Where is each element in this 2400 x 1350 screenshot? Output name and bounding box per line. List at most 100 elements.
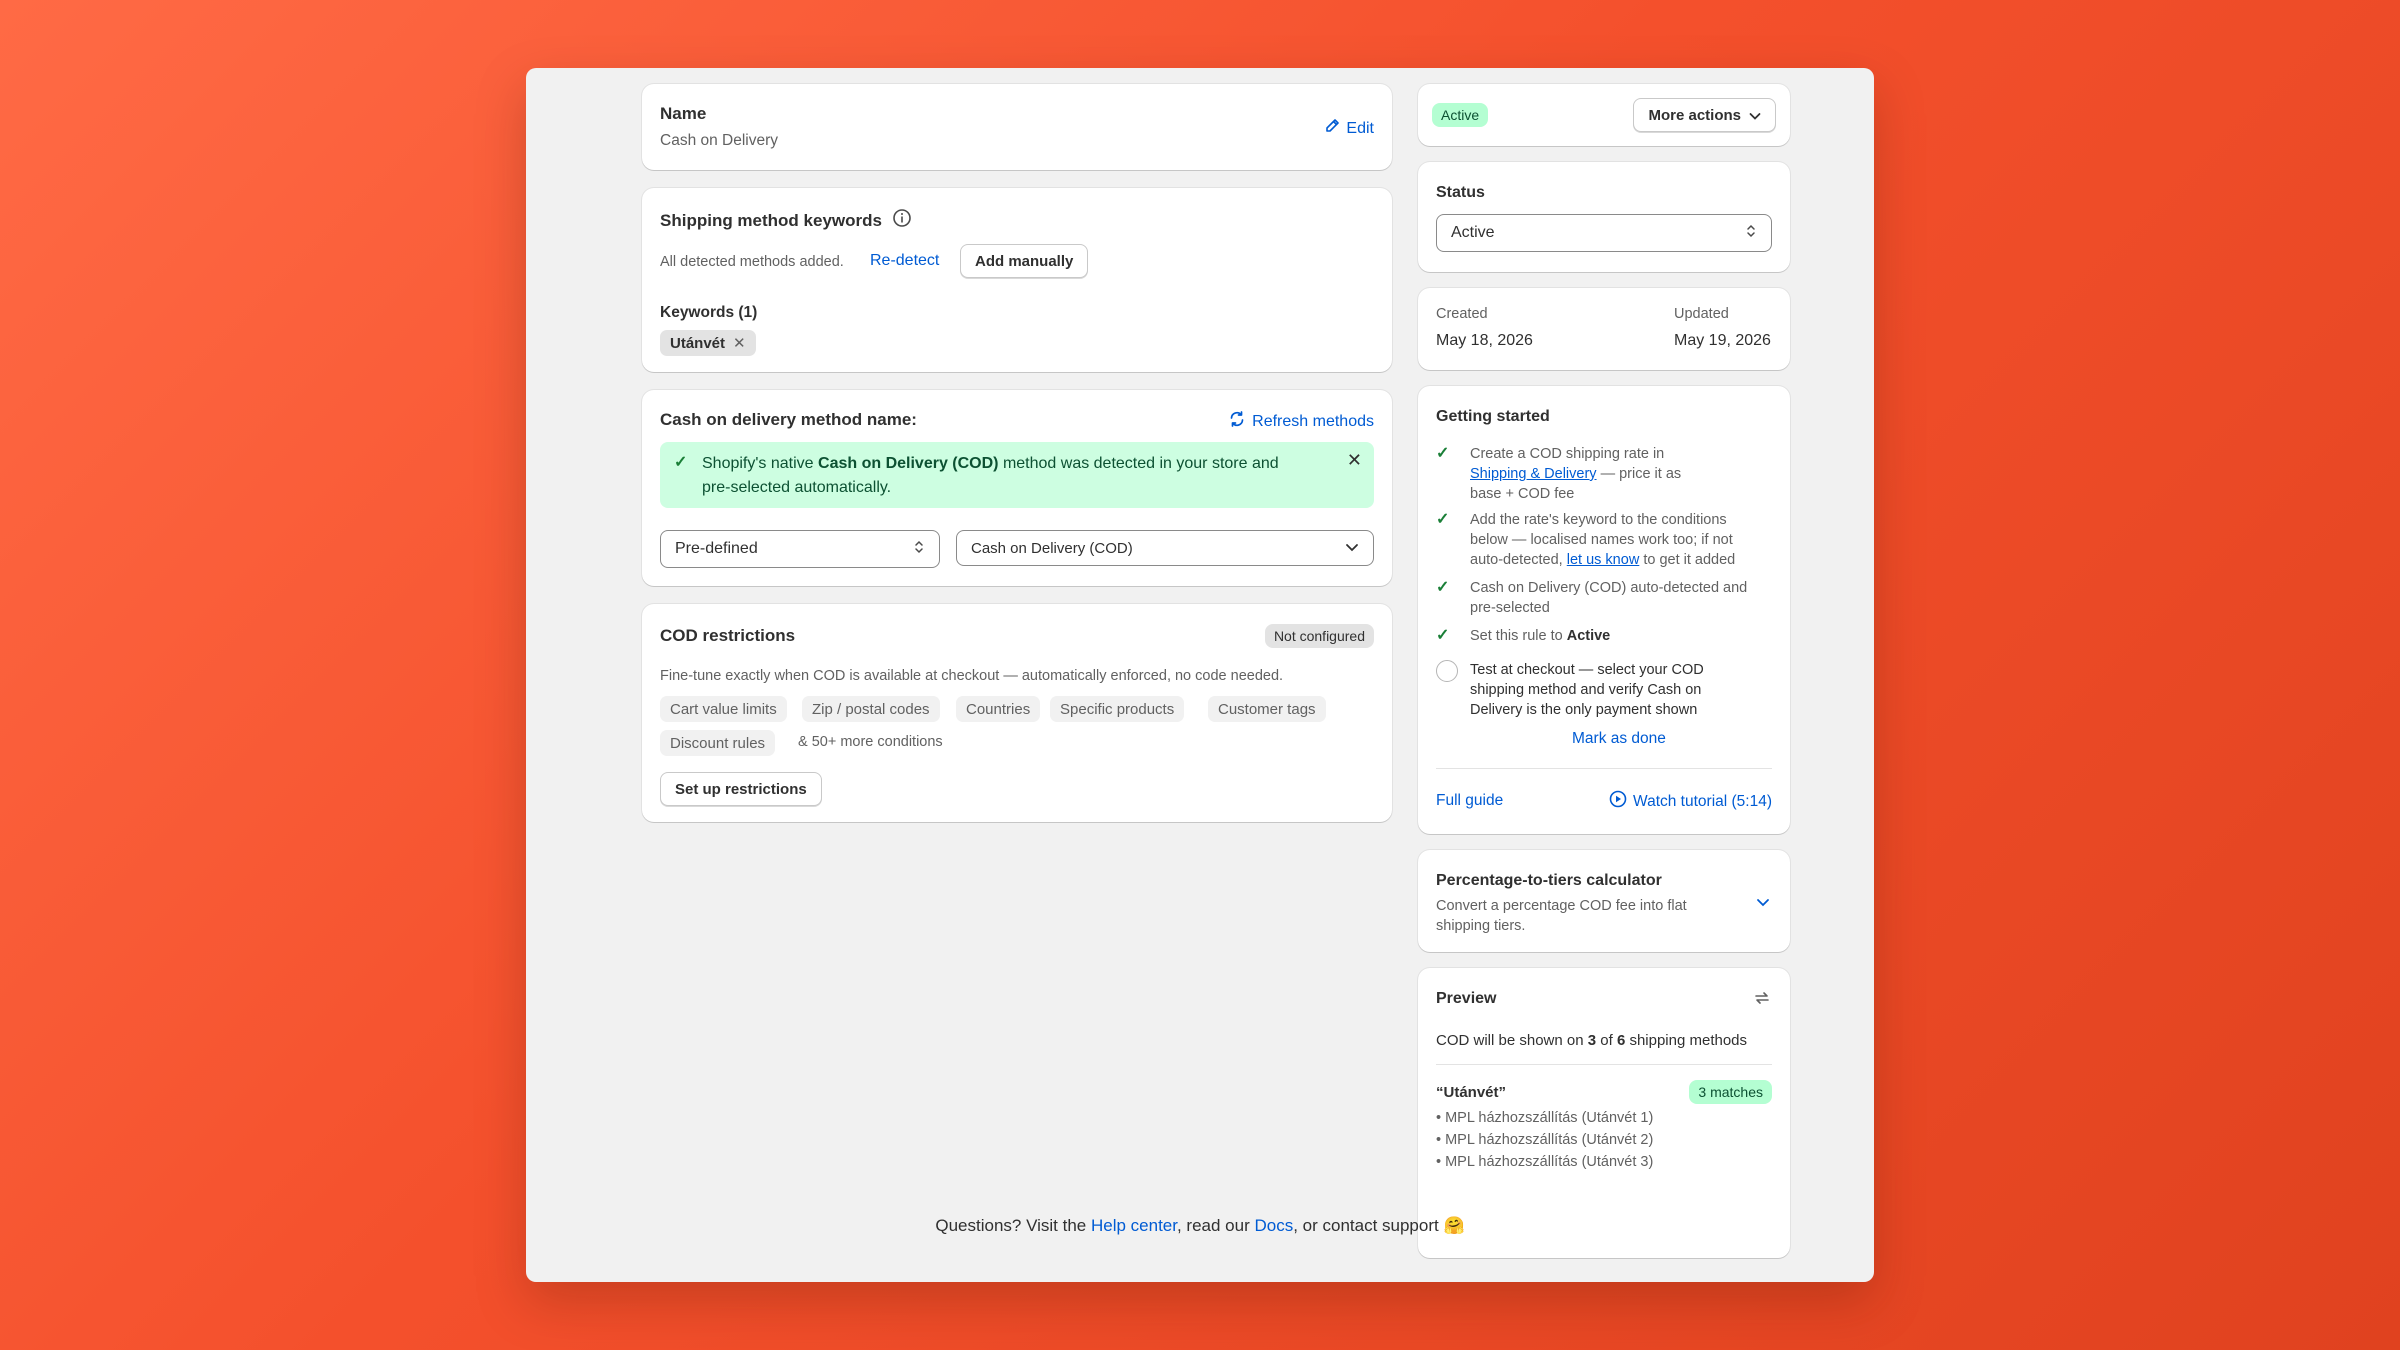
step-2-line-1: Add the rate's keyword to the conditions xyxy=(1470,512,1727,528)
cod-method-card: Cash on delivery method name: Refresh me… xyxy=(642,390,1392,586)
remove-keyword-icon[interactable]: ✕ xyxy=(733,334,746,352)
type-select-value: Pre-defined xyxy=(675,540,758,557)
chip-cart-value: Cart value limits xyxy=(660,696,787,722)
step-4-pre: Set this rule to xyxy=(1470,628,1567,644)
footer: Questions? Visit the Help center, read o… xyxy=(526,1216,1874,1236)
chip-discount: Discount rules xyxy=(660,730,776,756)
status-select-value: Active xyxy=(1451,224,1495,241)
refresh-preview-icon[interactable] xyxy=(1752,988,1772,1013)
empty-circle-icon[interactable] xyxy=(1436,660,1458,682)
chevron-down-icon xyxy=(1345,539,1359,557)
info-icon[interactable] xyxy=(892,208,912,233)
more-conditions-text: & 50+ more conditions xyxy=(798,734,943,750)
edit-label: Edit xyxy=(1346,119,1374,137)
banner-line-1: Shopify's native Cash on Delivery (COD) … xyxy=(702,452,1322,476)
refresh-methods-link[interactable]: Refresh methods xyxy=(1228,410,1374,433)
status-select[interactable]: Active xyxy=(1436,214,1772,252)
step-2-line-3-post: to get it added xyxy=(1639,552,1736,568)
step-2-line-2: below — localised names work too; if not xyxy=(1470,532,1733,548)
divider xyxy=(1436,1064,1772,1065)
preview-match-2: • MPL házhozszállítás (Utánvét 2) xyxy=(1436,1132,1654,1148)
banner-line-2: pre-selected automatically. xyxy=(702,479,892,496)
chip-zip: Zip / postal codes xyxy=(802,696,940,722)
step-5-text: Test at checkout — select your COD shipp… xyxy=(1470,660,1770,720)
status-card: Status Active xyxy=(1418,162,1790,272)
banner-bold: Cash on Delivery (COD) xyxy=(818,455,999,472)
chip-products: Specific products xyxy=(1050,696,1185,722)
watch-tutorial-link[interactable]: Watch tutorial (5:14) xyxy=(1609,790,1772,813)
setup-restrictions-button[interactable]: Set up restrictions xyxy=(660,772,822,806)
chevron-down-icon[interactable] xyxy=(1756,894,1770,912)
more-actions-label: More actions xyxy=(1648,106,1741,124)
updown-icon xyxy=(1745,223,1757,244)
check-icon: ✓ xyxy=(1436,627,1450,644)
method-select[interactable]: Cash on Delivery (COD) xyxy=(956,530,1374,566)
docs-link[interactable]: Docs xyxy=(1254,1216,1293,1235)
updated-value: May 19, 2026 xyxy=(1674,332,1771,349)
step-2-text: Add the rate's keyword to the conditions… xyxy=(1470,510,1770,570)
keyword-tag-label: Utánvét xyxy=(670,334,726,352)
created-label: Created xyxy=(1436,306,1488,322)
mark-as-done-link[interactable]: Mark as done xyxy=(1572,730,1666,748)
edit-link[interactable]: Edit xyxy=(1324,118,1374,139)
step-3-line-1: Cash on Delivery (COD) auto-detected and xyxy=(1470,580,1748,596)
calculator-card[interactable]: Percentage-to-tiers calculator Convert a… xyxy=(1418,850,1790,952)
check-icon: ✓ xyxy=(1436,511,1450,528)
calculator-description: Convert a percentage COD fee into flat s… xyxy=(1436,896,1687,936)
chip-countries: Countries xyxy=(956,696,1041,722)
active-badge: Active xyxy=(1432,103,1489,127)
step-3-line-2: pre-selected xyxy=(1470,600,1550,616)
preview-summary: COD will be shown on 3 of 6 shipping met… xyxy=(1436,1032,1747,1049)
help-center-link[interactable]: Help center xyxy=(1091,1216,1177,1235)
play-icon xyxy=(1609,790,1627,813)
step-4-bold: Active xyxy=(1566,628,1611,644)
footer-mid: , read our xyxy=(1176,1216,1255,1235)
app-window: Name Cash on Delivery Edit Shipping meth… xyxy=(526,68,1874,1282)
preview-card: Preview COD will be shown on 3 of 6 ship… xyxy=(1418,968,1790,1258)
summary-mid: of xyxy=(1596,1032,1617,1049)
watch-tutorial-label: Watch tutorial (5:14) xyxy=(1633,792,1772,810)
banner-pre: Shopify's native xyxy=(702,455,819,472)
keywords-title: Shipping method keywords xyxy=(660,210,882,230)
refresh-methods-label: Refresh methods xyxy=(1252,412,1374,430)
keywords-header: Shipping method keywords xyxy=(660,208,912,233)
updated-label: Updated xyxy=(1674,306,1729,322)
full-guide-link[interactable]: Full guide xyxy=(1436,792,1503,810)
preview-match-1: • MPL házhozszállítás (Utánvét 1) xyxy=(1436,1110,1654,1126)
keywords-count-label: Keywords (1) xyxy=(660,304,758,321)
restrictions-description: Fine-tune exactly when COD is available … xyxy=(660,668,1284,684)
preview-title: Preview xyxy=(1436,990,1497,1007)
keyword-tag: Utánvét ✕ xyxy=(660,330,756,356)
cod-method-title: Cash on delivery method name: xyxy=(660,410,917,429)
getting-started-card: Getting started ✓ Create a COD shipping … xyxy=(1418,386,1790,834)
matches-badge: 3 matches xyxy=(1689,1080,1772,1104)
keywords-card: Shipping method keywords All detected me… xyxy=(642,188,1392,372)
restrictions-title: COD restrictions xyxy=(660,626,796,645)
add-manually-button[interactable]: Add manually xyxy=(960,244,1089,278)
calculator-title: Percentage-to-tiers calculator xyxy=(1436,872,1662,889)
step-3-text: Cash on Delivery (COD) auto-detected and… xyxy=(1470,578,1770,618)
step-2-line-3: auto-detected, let us know to get it add… xyxy=(1470,550,1770,570)
header-card: Active More actions xyxy=(1418,84,1790,146)
updown-icon xyxy=(913,539,925,560)
name-label: Name xyxy=(660,104,707,123)
type-select[interactable]: Pre-defined xyxy=(660,530,940,568)
hugging-face-emoji: 🤗 xyxy=(1443,1216,1465,1235)
footer-post: , or contact support xyxy=(1293,1216,1444,1235)
more-actions-button[interactable]: More actions xyxy=(1633,98,1776,132)
check-icon: ✓ xyxy=(1436,579,1450,596)
step-1-line-2-post: — price it as xyxy=(1596,466,1682,482)
let-us-know-link[interactable]: let us know xyxy=(1567,552,1640,568)
check-icon: ✓ xyxy=(674,454,688,471)
shipping-delivery-link[interactable]: Shipping & Delivery xyxy=(1470,466,1597,482)
calculator-desc-line-1: Convert a percentage COD fee into flat xyxy=(1436,898,1687,914)
banner-post: method was detected in your store and xyxy=(998,455,1279,472)
refresh-icon xyxy=(1228,410,1246,433)
close-icon[interactable]: ✕ xyxy=(1347,450,1362,471)
redetect-link[interactable]: Re-detect xyxy=(870,252,939,270)
summary-shown: 3 xyxy=(1587,1032,1597,1049)
name-card: Name Cash on Delivery Edit xyxy=(642,84,1392,170)
step-1-line-1: Create a COD shipping rate in xyxy=(1470,446,1665,462)
preview-keyword: “Utánvét” xyxy=(1436,1084,1507,1101)
chevron-down-icon xyxy=(1749,107,1761,124)
